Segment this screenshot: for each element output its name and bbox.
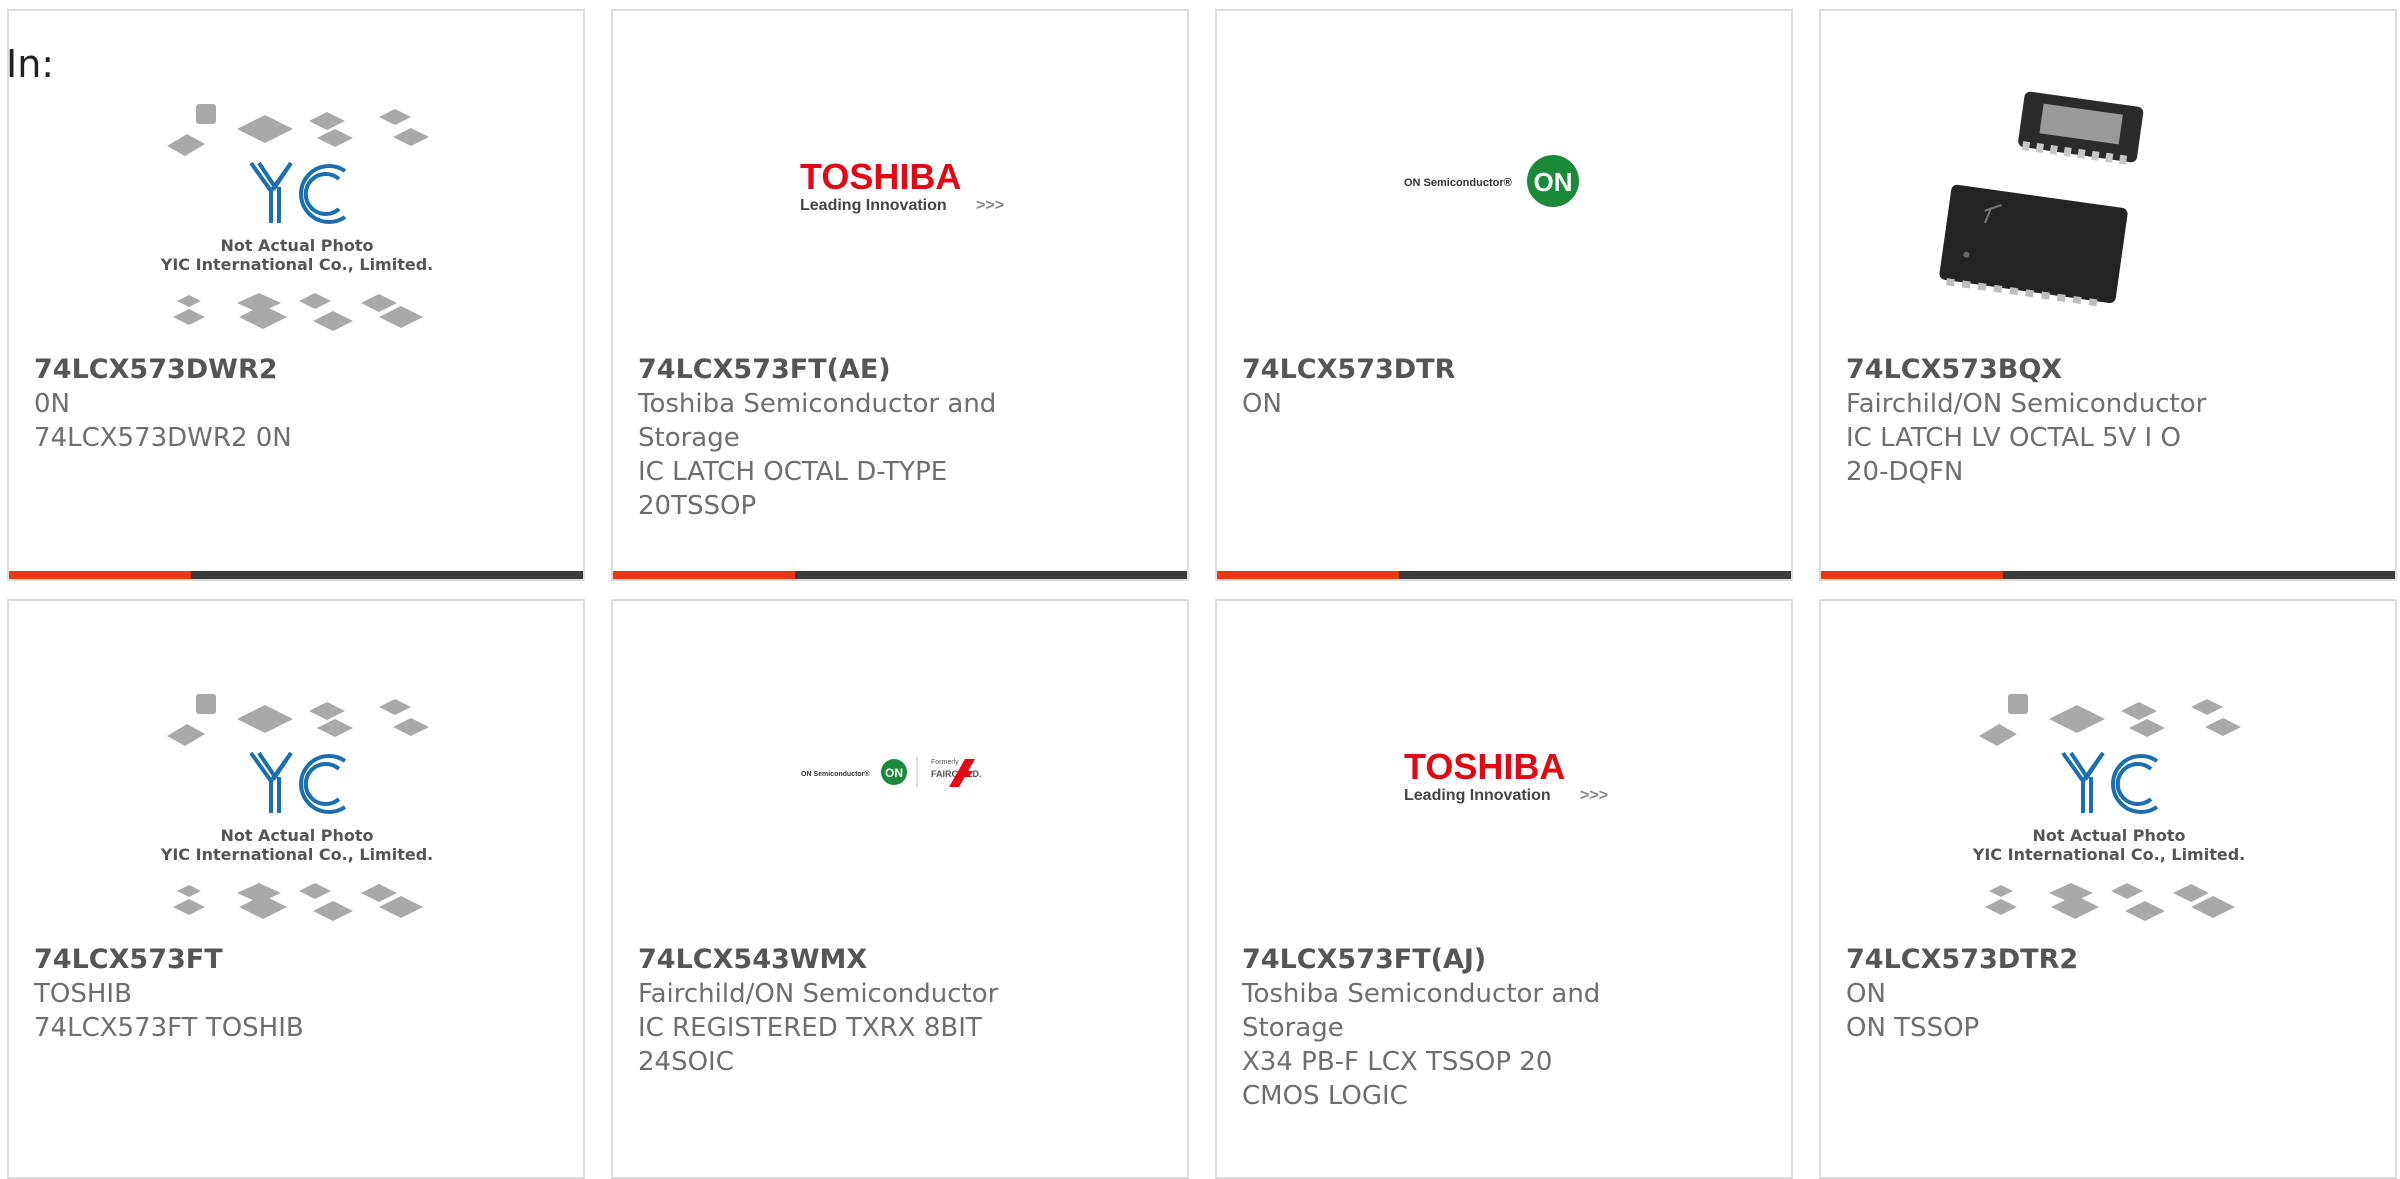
part-number[interactable]: 74LCX573DWR2 <box>34 353 414 387</box>
product-card[interactable]: 74LCX573BQX Fairchild/ON Semiconductor I… <box>1819 9 2397 581</box>
placeholder-line1: Not Actual Photo <box>2032 826 2185 845</box>
product-image[interactable]: Not Actual Photo YIC International Co., … <box>1821 601 2395 931</box>
description: 74LCX573FT TOSHIB <box>34 1013 304 1043</box>
card-bottom-bar <box>9 571 583 579</box>
product-card[interactable]: TOSHIBA Leading Innovation >>> 74LCX573F… <box>1215 599 1793 1179</box>
part-number[interactable]: 74LCX573BQX <box>1846 353 2226 387</box>
part-number[interactable]: 74LCX573FT <box>34 943 414 977</box>
manufacturer: Fairchild/ON Semiconductor <box>638 979 999 1009</box>
svg-text:TOSHIBA: TOSHIBA <box>1404 746 1565 787</box>
product-image[interactable]: ON Semiconductor® ON Formerly FAIRCHILD. <box>613 601 1187 931</box>
card-bottom-bar <box>613 571 1187 579</box>
svg-text:ON: ON <box>885 766 903 780</box>
svg-text:TOSHIBA: TOSHIBA <box>800 156 961 197</box>
part-number[interactable]: 74LCX573DTR <box>1242 353 1622 387</box>
card-bottom-bar <box>1217 571 1791 579</box>
card-bottom-bar <box>1821 571 2395 579</box>
toshiba-logo: TOSHIBA Leading Innovation >>> <box>1404 746 1608 804</box>
description: IC LATCH OCTAL D-TYPE 20TSSOP <box>638 457 948 521</box>
manufacturer: Toshiba Semiconductor and Storage <box>638 389 997 453</box>
product-image[interactable]: Not Actual Photo YIC International Co., … <box>9 601 583 931</box>
placeholder-line2: YIC International Co., Limited. <box>160 845 433 864</box>
product-image[interactable]: ON Semiconductor® ON <box>1217 11 1791 341</box>
manufacturer: Fairchild/ON Semiconductor <box>1846 389 2207 419</box>
product-image[interactable]: Not Actual Photo YIC International Co., … <box>9 11 583 341</box>
svg-text:>>>: >>> <box>976 197 1004 214</box>
svg-text:Leading Innovation: Leading Innovation <box>1404 787 1551 804</box>
part-number[interactable]: 74LCX573FT(AE) <box>638 353 1018 387</box>
svg-text:ON: ON <box>1534 167 1573 197</box>
product-image[interactable]: TOSHIBA Leading Innovation >>> <box>1217 601 1791 931</box>
in-label: In: <box>6 42 55 86</box>
svg-text:ON Semiconductor®: ON Semiconductor® <box>801 770 870 778</box>
chip-photo <box>1939 91 2144 307</box>
toshiba-logo: TOSHIBA Leading Innovation >>> <box>800 156 1004 214</box>
part-number[interactable]: 74LCX573DTR2 <box>1846 943 2226 977</box>
product-image[interactable]: TOSHIBA Leading Innovation >>> <box>613 11 1187 341</box>
description: ON TSSOP <box>1846 1013 1980 1043</box>
product-card[interactable]: ON Semiconductor® ON 74LCX573DTR ON <box>1215 9 1793 581</box>
description: X34 PB-F LCX TSSOP 20 CMOS LOGIC <box>1242 1047 1553 1111</box>
product-card[interactable]: Not Actual Photo YIC International Co., … <box>7 9 585 581</box>
description: 74LCX573DWR2 0N <box>34 423 292 453</box>
product-card[interactable]: Not Actual Photo YIC International Co., … <box>7 599 585 1179</box>
placeholder-line2: YIC International Co., Limited. <box>1972 845 2245 864</box>
manufacturer: 0N <box>34 389 70 419</box>
product-image[interactable] <box>1821 11 2395 341</box>
part-number[interactable]: 74LCX543WMX <box>638 943 1018 977</box>
svg-text:Leading Innovation: Leading Innovation <box>800 197 947 214</box>
placeholder-line1: Not Actual Photo <box>220 236 373 255</box>
product-card[interactable]: ON Semiconductor® ON Formerly FAIRCHILD.… <box>611 599 1189 1179</box>
placeholder-line1: Not Actual Photo <box>220 826 373 845</box>
on-semi-logo: ON Semiconductor® ON <box>1404 155 1579 207</box>
svg-text:>>>: >>> <box>1580 787 1608 804</box>
product-card[interactable]: TOSHIBA Leading Innovation >>> 74LCX573F… <box>611 9 1189 581</box>
description: IC LATCH LV OCTAL 5V I O 20-DQFN <box>1846 423 2181 487</box>
manufacturer: Toshiba Semiconductor and Storage <box>1242 979 1601 1043</box>
manufacturer: ON <box>1846 979 1886 1009</box>
product-card[interactable]: Not Actual Photo YIC International Co., … <box>1819 599 2397 1179</box>
manufacturer: TOSHIB <box>34 979 132 1009</box>
svg-text:Formerly: Formerly <box>931 759 959 766</box>
manufacturer: ON <box>1242 389 1282 419</box>
placeholder-line2: YIC International Co., Limited. <box>160 255 433 274</box>
svg-text:ON Semiconductor®: ON Semiconductor® <box>1404 177 1512 189</box>
fairchild-on-logo: ON Semiconductor® ON Formerly FAIRCHILD. <box>801 757 982 787</box>
part-number[interactable]: 74LCX573FT(AJ) <box>1242 943 1622 977</box>
description: IC REGISTERED TXRX 8BIT 24SOIC <box>638 1013 982 1077</box>
